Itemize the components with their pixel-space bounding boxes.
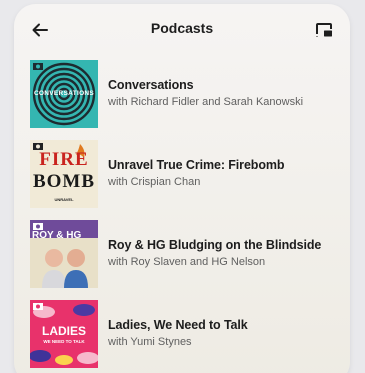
artwork-label-bottom: BOMB	[32, 171, 96, 192]
podcast-meta: Roy & HG Bludging on the Blindside with …	[108, 238, 344, 268]
podcast-host: with Richard Fidler and Sarah Kanowski	[108, 96, 304, 108]
podcast-meta: Ladies, We Need to Talk with Yumi Stynes	[108, 318, 344, 348]
artwork-label-top: FIRE	[39, 149, 89, 170]
podcast-title: Roy & HG Bludging on the Blindside	[108, 238, 322, 252]
podcast-host: with Crispian Chan	[108, 176, 201, 188]
cast-button[interactable]	[312, 18, 336, 42]
list-item[interactable]: ROY & HG Roy & HG Bludging on the Blinds…	[14, 220, 350, 300]
podcast-title: Conversations	[108, 78, 194, 92]
artwork-label: ROY & HG	[32, 230, 82, 241]
artwork-label-small: WE NEED TO TALK	[43, 339, 85, 344]
artwork-label-small: UNRAVEL	[54, 197, 74, 202]
podcast-artwork-roy-hg: ROY & HG	[30, 220, 98, 288]
artwork-label: CONVERSATIONS	[33, 90, 95, 97]
podcast-meta: Conversations with Richard Fidler and Sa…	[108, 78, 344, 108]
list-item[interactable]: CONVERSATIONS Conversations with Richard…	[14, 60, 350, 140]
podcast-host: with Roy Slaven and HG Nelson	[108, 256, 266, 268]
cast-icon	[316, 23, 332, 37]
podcast-artwork-firebomb: FIRE BOMB UNRAVEL	[30, 140, 98, 208]
list-item[interactable]: LADIES WE NEED TO TALK Ladies, We Need t…	[14, 300, 350, 373]
header-bar: Podcasts	[14, 4, 350, 52]
podcast-meta: Unravel True Crime: Firebomb with Crispi…	[108, 158, 344, 188]
page-title: Podcasts	[150, 20, 214, 36]
artwork-label: LADIES	[41, 324, 86, 338]
podcast-host: with Yumi Stynes	[108, 336, 192, 348]
podcast-title: Ladies, We Need to Talk	[108, 318, 248, 332]
podcast-title: Unravel True Crime: Firebomb	[108, 158, 285, 172]
podcast-artwork-conversations: CONVERSATIONS	[30, 60, 98, 128]
podcasts-panel: Podcasts CONVERSATIONS Conversations wit…	[14, 4, 350, 373]
list-item[interactable]: FIRE BOMB UNRAVEL Unravel True Crime: Fi…	[14, 140, 350, 220]
podcast-list: CONVERSATIONS Conversations with Richard…	[14, 60, 350, 373]
screen: Podcasts CONVERSATIONS Conversations wit…	[0, 0, 365, 373]
podcast-artwork-ladies: LADIES WE NEED TO TALK	[30, 300, 98, 368]
